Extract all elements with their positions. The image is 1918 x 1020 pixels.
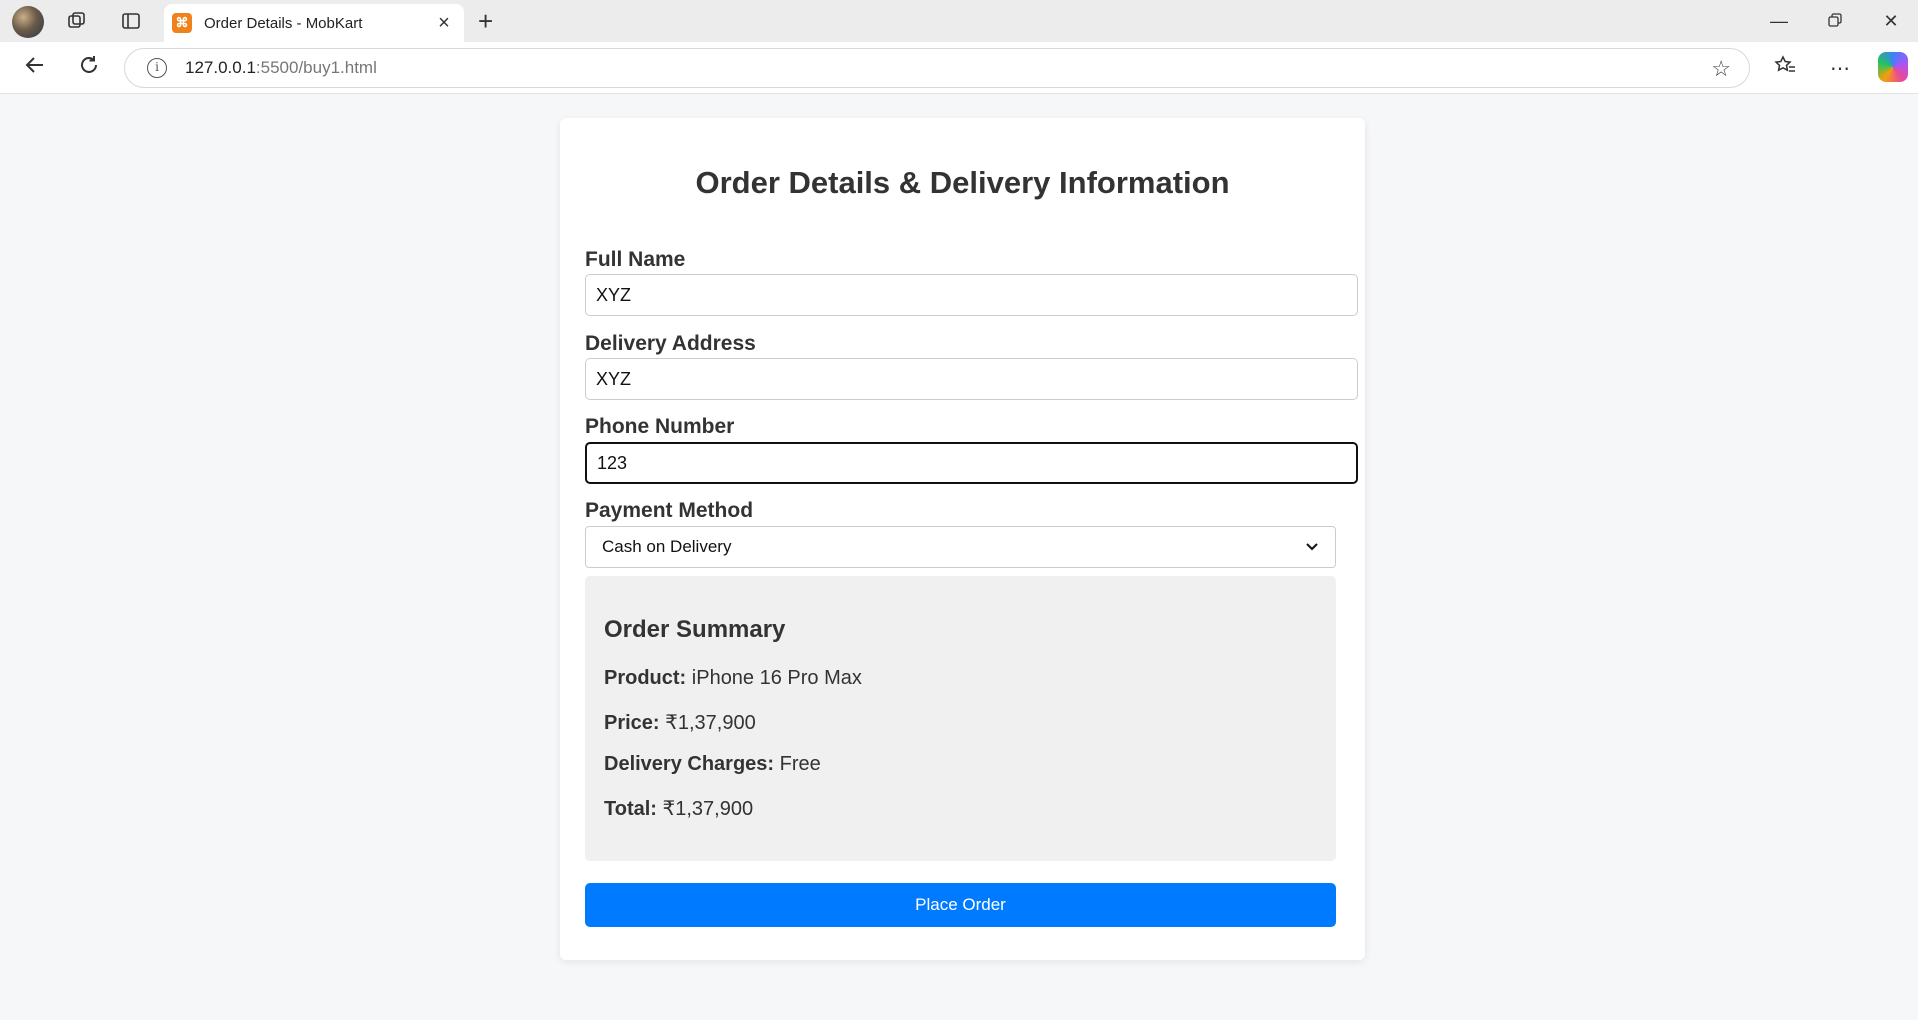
delivery-charges-value: Free xyxy=(779,753,821,775)
product-label: Product: xyxy=(604,667,687,689)
payment-method-select[interactable]: Cash on Delivery xyxy=(585,526,1336,568)
phone-label: Phone Number xyxy=(585,415,735,438)
delivery-charges-label: Delivery Charges: xyxy=(604,753,775,775)
favorite-star-icon[interactable]: ☆ xyxy=(1711,56,1731,82)
more-options-icon[interactable]: ⋯ xyxy=(1825,54,1855,84)
url-input[interactable]: i 127.0.0.1:5500/buy1.html ☆ xyxy=(124,48,1750,88)
site-info-icon[interactable]: i xyxy=(147,58,167,78)
workspaces-icon[interactable] xyxy=(64,8,90,34)
close-tab-icon[interactable]: × xyxy=(434,13,454,33)
url-path: :5500/buy1.html xyxy=(255,58,377,77)
minimize-icon[interactable]: — xyxy=(1764,8,1794,34)
address-label: Delivery Address xyxy=(585,332,756,355)
copilot-icon[interactable] xyxy=(1878,52,1908,82)
address-input[interactable]: XYZ xyxy=(585,358,1358,400)
payment-label: Payment Method xyxy=(585,499,754,522)
url-host: 127.0.0.1 xyxy=(185,58,256,77)
new-tab-icon[interactable]: + xyxy=(478,8,493,34)
close-window-icon[interactable]: ✕ xyxy=(1876,8,1906,34)
price-label: Price: xyxy=(604,712,660,734)
page-title: Order Details & Delivery Information xyxy=(695,165,1230,200)
total-value: ₹1,37,900 xyxy=(662,798,754,820)
summary-delivery-row: Delivery Charges: Free xyxy=(604,753,821,776)
total-label: Total: xyxy=(604,798,657,820)
browser-tab-bar: ⌘ Order Details - MobKart × + — ✕ xyxy=(0,0,1918,42)
vertical-tabs-icon[interactable] xyxy=(118,8,144,34)
phone-input[interactable]: 123 xyxy=(585,442,1358,484)
payment-method-value: Cash on Delivery xyxy=(602,537,732,556)
summary-price-row: Price: ₹1,37,900 xyxy=(604,710,756,735)
active-tab[interactable]: ⌘ Order Details - MobKart × xyxy=(164,4,464,42)
order-summary-title: Order Summary xyxy=(604,616,786,643)
refresh-icon[interactable] xyxy=(74,54,104,84)
summary-total-row: Total: ₹1,37,900 xyxy=(604,796,753,821)
xampp-icon: ⌘ xyxy=(172,13,192,33)
address-toolbar: i 127.0.0.1:5500/buy1.html ☆ ⋯ xyxy=(0,42,1918,94)
full-name-label: Full Name xyxy=(585,248,686,271)
chevron-down-icon xyxy=(1306,543,1318,551)
price-value: ₹1,37,900 xyxy=(665,712,756,734)
page-body: Order Details & Delivery Information Ful… xyxy=(5,95,1913,1020)
product-value: iPhone 16 Pro Max xyxy=(691,667,862,689)
restore-icon[interactable] xyxy=(1820,8,1850,34)
tab-title: Order Details - MobKart xyxy=(204,14,363,32)
order-summary: Order Summary Product: iPhone 16 Pro Max… xyxy=(585,576,1336,861)
order-form-card: Order Details & Delivery Information Ful… xyxy=(560,118,1365,960)
summary-product-row: Product: iPhone 16 Pro Max xyxy=(604,667,862,690)
full-name-input[interactable]: XYZ xyxy=(585,274,1358,316)
back-icon[interactable] xyxy=(20,54,50,84)
place-order-button[interactable]: Place Order xyxy=(585,883,1336,927)
favorites-icon[interactable] xyxy=(1770,54,1800,84)
profile-avatar[interactable] xyxy=(12,6,44,38)
